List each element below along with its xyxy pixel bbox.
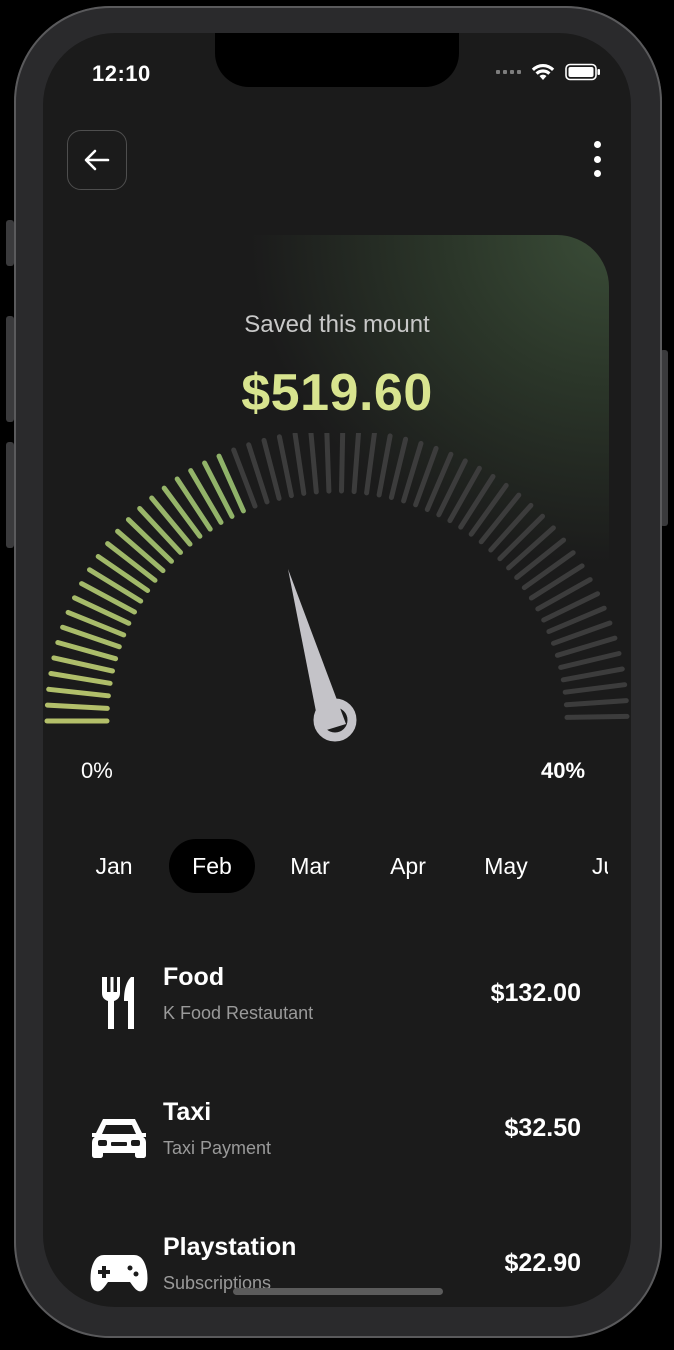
- gauge-tick-empty: [276, 434, 294, 499]
- more-vertical-icon: [593, 141, 601, 148]
- gauge-tick-empty: [364, 433, 377, 496]
- month-apr[interactable]: Apr: [359, 839, 457, 893]
- status-icons: [496, 63, 601, 81]
- month-may[interactable]: May: [457, 839, 555, 893]
- volume-down-button: [6, 442, 14, 548]
- app-screen: 12:10 Saved this mount $519.60 0% 40% Ja…: [43, 33, 631, 1307]
- gamepad-icon: [83, 1243, 155, 1303]
- gauge-tick-empty: [351, 433, 362, 495]
- silent-switch: [6, 220, 14, 266]
- transaction-subtitle: Taxi Payment: [163, 1138, 272, 1158]
- gauge-tick-empty: [339, 433, 346, 494]
- month-feb[interactable]: Feb: [169, 839, 255, 893]
- transaction-title: Taxi: [163, 1098, 212, 1126]
- gauge-tick-empty: [292, 433, 307, 496]
- gauge-tick-empty: [562, 682, 628, 695]
- gauge-tick-empty: [376, 433, 393, 498]
- gauge-tick-filled: [95, 554, 151, 593]
- gauge-tick-empty: [478, 492, 522, 545]
- more-options-button[interactable]: [585, 141, 609, 177]
- gauge-min-label: 0%: [81, 758, 113, 783]
- gauge-tick-empty: [560, 666, 625, 683]
- gauge-tick-empty: [558, 651, 622, 670]
- saved-amount: $519.60: [241, 364, 433, 422]
- back-button[interactable]: [67, 130, 127, 190]
- battery-icon: [565, 63, 600, 81]
- arrow-left-icon: [84, 149, 110, 171]
- gauge-tick-filled: [44, 702, 110, 711]
- transaction-title: Food: [163, 963, 225, 991]
- gauge-tick-filled: [87, 567, 144, 604]
- gauge-tick-filled: [115, 528, 166, 574]
- gauge-tick-empty: [563, 698, 629, 708]
- transaction-taxi[interactable]: Taxi Taxi Payment $32.50: [83, 1098, 593, 1178]
- transaction-amount: $32.50: [504, 1114, 581, 1142]
- fork-knife-icon: [83, 973, 155, 1033]
- gauge-tick-filled: [48, 671, 113, 686]
- month-jun[interactable]: Ju: [555, 839, 608, 893]
- status-time: 12:10: [92, 61, 151, 86]
- transaction-playstation[interactable]: Playstation Subscriptions $22.90: [83, 1233, 593, 1307]
- gauge-tick-empty: [447, 465, 482, 524]
- cellular-signal-icon: [496, 70, 521, 74]
- gauge-tick-filled: [149, 495, 193, 547]
- transaction-subtitle: K Food Restautant: [163, 1003, 314, 1023]
- gauge-tick-empty: [521, 550, 576, 591]
- gauge-ticks: [44, 433, 630, 724]
- gauge-tick-empty: [497, 513, 545, 562]
- volume-up-button: [6, 316, 14, 422]
- gauge-tick-filled: [137, 506, 183, 555]
- gauge-max-label: 40%: [541, 758, 586, 783]
- gauge-tick-empty: [506, 525, 556, 571]
- gauge-tick-empty: [535, 577, 593, 612]
- gauge-tick-empty: [514, 537, 567, 580]
- transaction-title: Playstation: [163, 1233, 297, 1261]
- gauge-tick-empty: [564, 713, 630, 720]
- gauge-tick-filled: [46, 686, 111, 699]
- transaction-amount: $132.00: [490, 979, 581, 1007]
- notch: [215, 33, 459, 87]
- month-jan[interactable]: Jan: [65, 839, 163, 893]
- month-selector: Jan Feb Mar Apr May Ju: [65, 839, 608, 893]
- home-indicator[interactable]: [233, 1288, 443, 1295]
- gauge-tick-filled: [174, 476, 213, 532]
- gauge-tick-filled: [188, 468, 224, 525]
- month-mar[interactable]: Mar: [261, 839, 359, 893]
- gauge-tick-filled: [105, 541, 158, 583]
- savings-gauge: [44, 433, 630, 742]
- gauge-tick-empty: [261, 437, 282, 501]
- gauge-tick-filled: [161, 485, 203, 539]
- gauge-tick-empty: [468, 482, 509, 537]
- gauge-tick-filled: [51, 655, 115, 674]
- saved-label: Saved this mount: [244, 311, 430, 338]
- wifi-icon: [531, 64, 555, 80]
- gauge-tick-empty: [528, 563, 585, 601]
- gauge-tick-empty: [458, 474, 496, 530]
- gauge-tick-empty: [308, 433, 319, 495]
- transaction-food[interactable]: Food K Food Restautant $132.00: [83, 963, 593, 1043]
- gauge-tick-filled: [79, 581, 137, 615]
- gauge-tick-empty: [324, 433, 332, 494]
- car-icon: [83, 1108, 155, 1168]
- transaction-amount: $22.90: [504, 1249, 581, 1277]
- gauge-tick-filled: [125, 517, 174, 564]
- gauge-tick-empty: [388, 436, 409, 500]
- gauge-tick-empty: [488, 502, 534, 553]
